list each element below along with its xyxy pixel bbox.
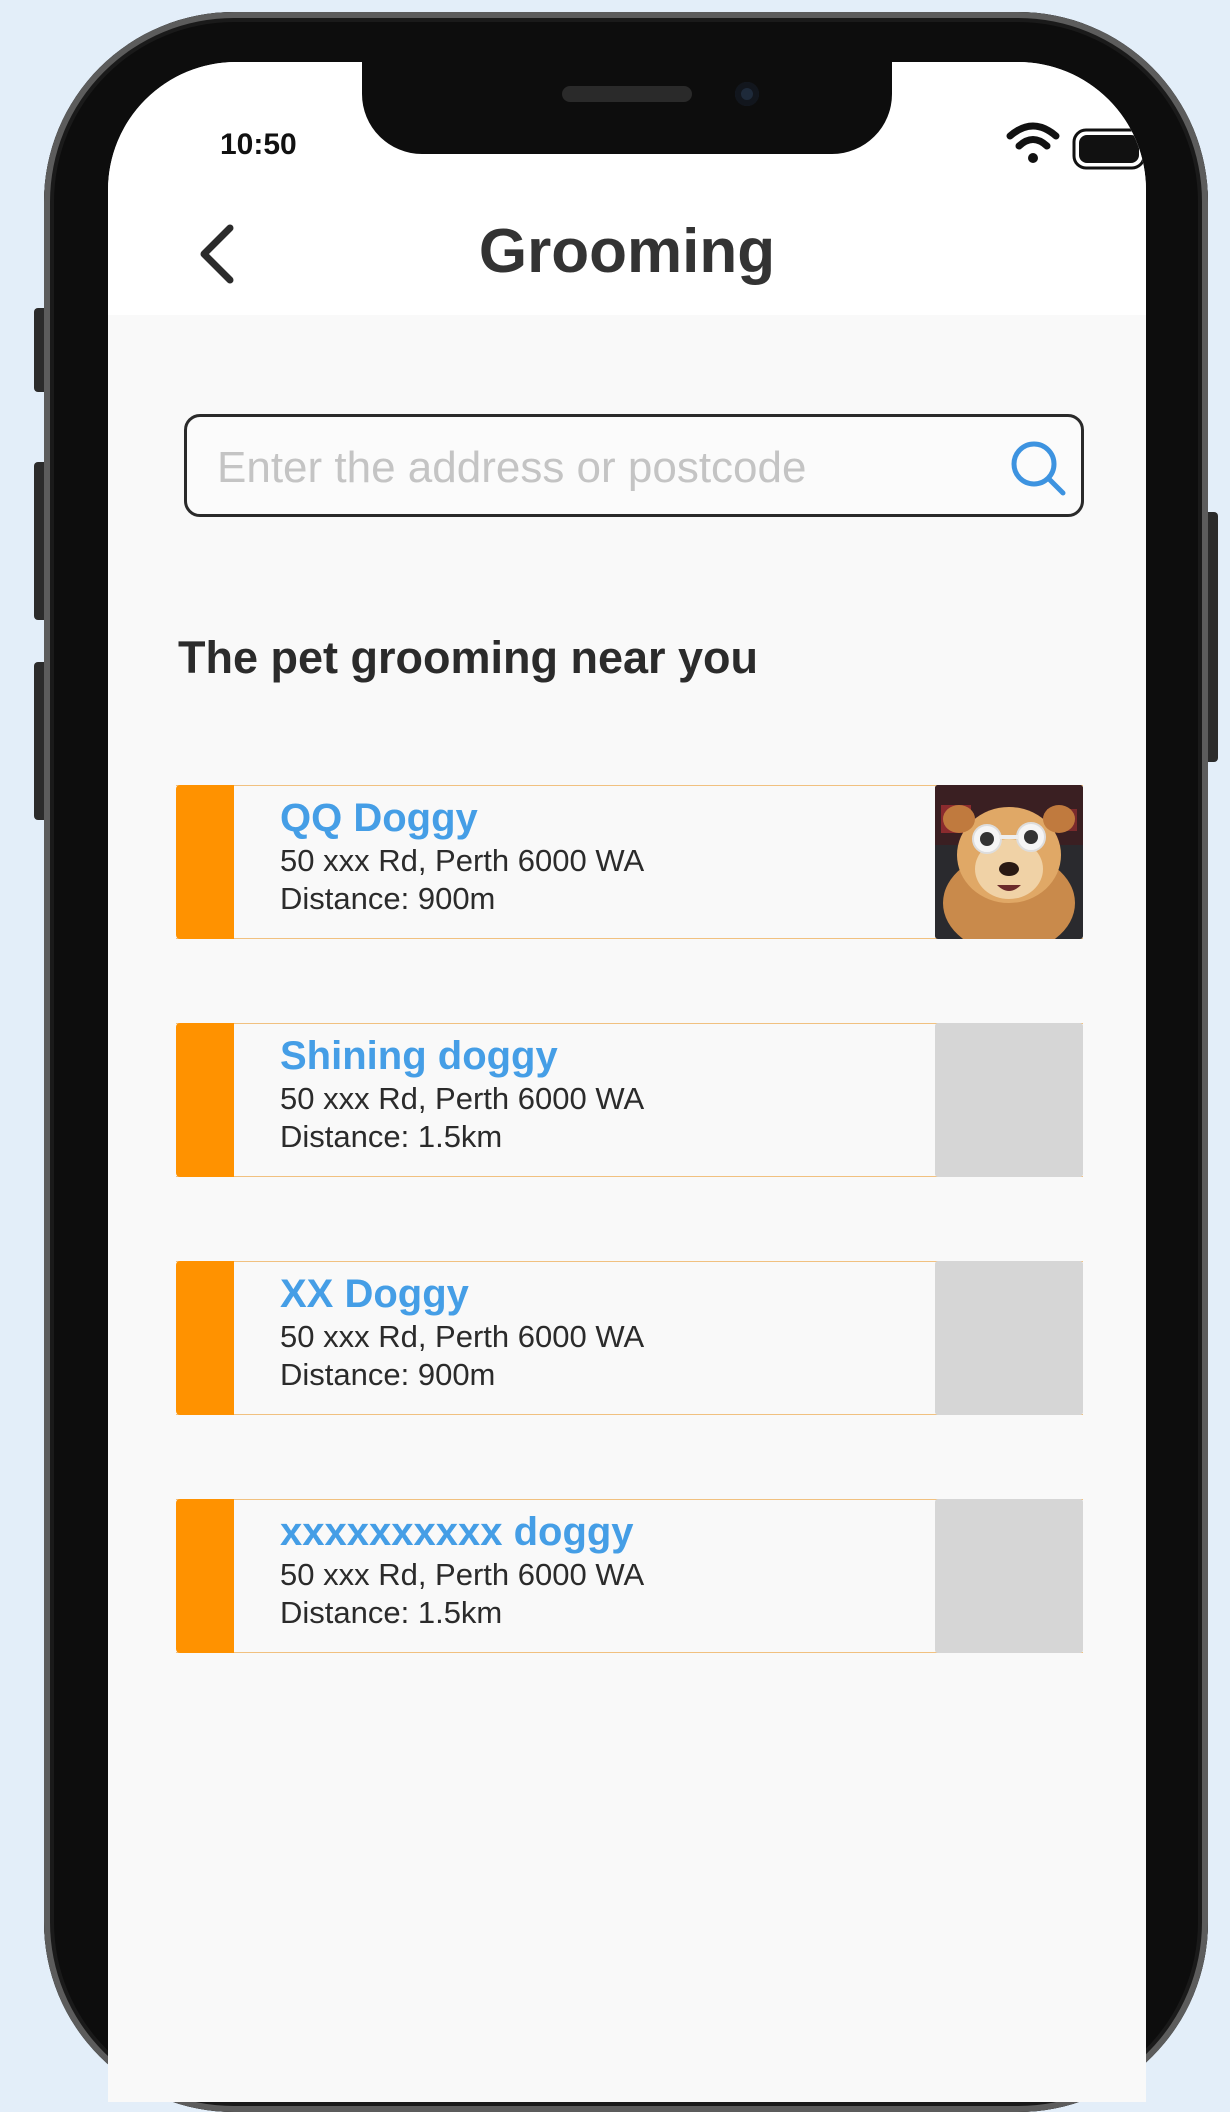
card-accent-bar	[176, 785, 234, 939]
navigation-bar: 10:50 Grooming	[108, 62, 1146, 315]
image-placeholder	[935, 1499, 1083, 1653]
page-title: Grooming	[478, 217, 776, 286]
groomer-distance: Distance: 900m	[280, 1357, 496, 1392]
groomer-name[interactable]: QQ Doggy	[280, 794, 644, 842]
card-accent-bar	[176, 1023, 234, 1177]
groomer-card[interactable]: Shining doggy 50 xxx Rd, Perth 6000 WA D…	[176, 1023, 1083, 1177]
address-search-box[interactable]	[184, 414, 1084, 517]
groomer-card[interactable]: xxxxxxxxxx doggy 50 xxx Rd, Perth 6000 W…	[176, 1499, 1083, 1653]
search-input[interactable]	[215, 431, 979, 505]
card-info: QQ Doggy 50 xxx Rd, Perth 6000 WA Distan…	[280, 794, 644, 918]
app-screen: 10:50 Grooming The	[108, 62, 1146, 2102]
speaker-grille	[562, 86, 692, 102]
battery-icon	[1072, 128, 1146, 170]
groomer-address: 50 xxx Rd, Perth 6000 WA	[280, 843, 645, 878]
groomer-card[interactable]: XX Doggy 50 xxx Rd, Perth 6000 WA Distan…	[176, 1261, 1083, 1415]
groomer-card[interactable]: QQ Doggy 50 xxx Rd, Perth 6000 WA Distan…	[176, 785, 1083, 939]
groomer-list: QQ Doggy 50 xxx Rd, Perth 6000 WA Distan…	[176, 785, 1083, 1737]
groomer-name[interactable]: XX Doggy	[280, 1270, 644, 1318]
groomer-name[interactable]: xxxxxxxxxx doggy	[280, 1508, 644, 1556]
groomer-address: 50 xxx Rd, Perth 6000 WA	[280, 1319, 645, 1354]
front-camera	[735, 82, 759, 106]
groomer-distance: Distance: 1.5km	[280, 1119, 503, 1154]
groomer-distance: Distance: 1.5km	[280, 1595, 503, 1630]
card-info: xxxxxxxxxx doggy 50 xxx Rd, Perth 6000 W…	[280, 1508, 644, 1632]
search-icon[interactable]	[1007, 437, 1071, 501]
card-accent-bar	[176, 1261, 234, 1415]
card-info: Shining doggy 50 xxx Rd, Perth 6000 WA D…	[280, 1032, 644, 1156]
card-accent-bar	[176, 1499, 234, 1653]
dog-photo	[935, 785, 1083, 939]
status-icons	[846, 110, 1146, 180]
image-placeholder	[935, 1023, 1083, 1177]
card-info: XX Doggy 50 xxx Rd, Perth 6000 WA Distan…	[280, 1270, 644, 1394]
status-time: 10:50	[220, 128, 297, 161]
section-heading: The pet grooming near you	[178, 632, 759, 683]
image-placeholder	[935, 1261, 1083, 1415]
wifi-icon	[1006, 122, 1060, 163]
groomer-name[interactable]: Shining doggy	[280, 1032, 644, 1080]
groomer-address: 50 xxx Rd, Perth 6000 WA	[280, 1557, 645, 1592]
phone-notch	[362, 62, 892, 154]
groomer-distance: Distance: 900m	[280, 881, 496, 916]
groomer-address: 50 xxx Rd, Perth 6000 WA	[280, 1081, 645, 1116]
